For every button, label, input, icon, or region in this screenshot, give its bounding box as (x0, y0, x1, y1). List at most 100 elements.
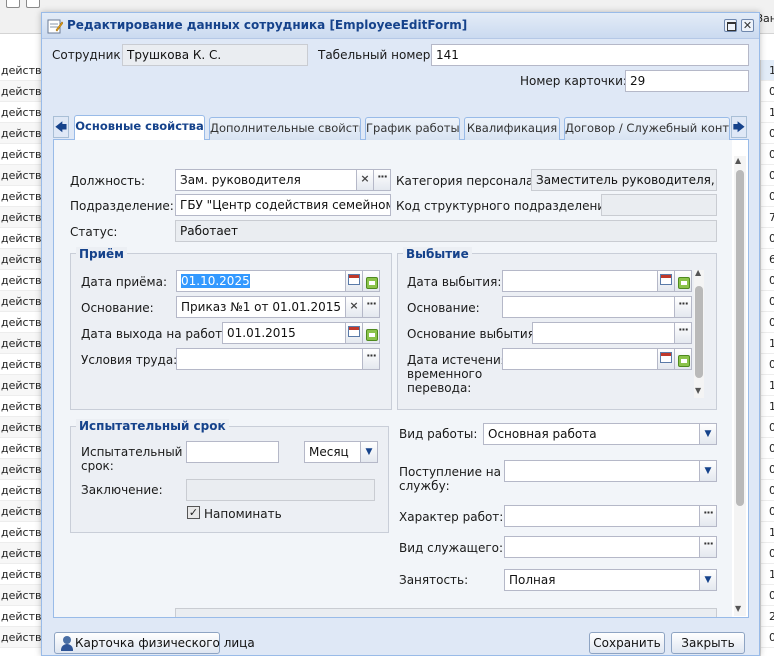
background-grid-cell[interactable]: действия с (0, 564, 42, 585)
leave-basis-input[interactable] (502, 296, 675, 318)
tab-work-schedule[interactable]: График работы (365, 117, 460, 140)
tab-scroll-left-icon[interactable]: 🡄 (53, 116, 69, 138)
background-grid-cell[interactable]: действия с (0, 375, 42, 396)
background-grid-cell[interactable]: действия с (0, 249, 42, 270)
background-grid-cell[interactable]: 7 (761, 207, 774, 228)
position-input[interactable]: Зам. руководителя (175, 169, 357, 191)
background-grid-cell[interactable]: 0 (761, 438, 774, 459)
background-grid-cell[interactable]: 1 (761, 396, 774, 417)
employment-dropdown-icon[interactable]: ▼ (699, 569, 717, 591)
service-entry-select[interactable] (504, 460, 701, 482)
start-date-set-icon[interactable] (362, 322, 380, 344)
background-grid-cell[interactable]: действия с (0, 81, 42, 102)
panel-scrollbar-thumb[interactable] (736, 170, 744, 506)
work-kind-select[interactable]: Основная работа (483, 423, 701, 445)
background-grid-cell[interactable]: действия с (0, 480, 42, 501)
background-grid-cell[interactable]: действия с (0, 438, 42, 459)
background-grid-cell[interactable]: действия с (0, 165, 42, 186)
background-grid-cell[interactable]: 1 (761, 102, 774, 123)
background-grid-cell[interactable]: 0 (761, 543, 774, 564)
select-conditions-button[interactable]: ··· (362, 348, 380, 370)
background-grid-cell[interactable]: 0 (761, 501, 774, 522)
close-button[interactable]: Закрыть (671, 632, 745, 654)
clear-hire-basis-icon[interactable]: × (345, 296, 363, 318)
background-grid-cell[interactable]: действия с (0, 270, 42, 291)
background-grid-cell[interactable]: действия с (0, 501, 42, 522)
background-grid-cell[interactable]: 1 (761, 522, 774, 543)
dialog-titlebar[interactable]: Редактирование данных сотрудника [Employ… (42, 13, 759, 39)
leave-date-calendar-icon[interactable] (657, 270, 675, 292)
hire-date-calendar-icon[interactable] (345, 270, 363, 292)
temp-transfer-end-input[interactable] (502, 348, 658, 370)
clear-position-icon[interactable]: × (356, 169, 374, 191)
background-grid-cell[interactable]: действия с (0, 102, 42, 123)
background-grid-cell[interactable]: 1 (761, 333, 774, 354)
background-grid-cell[interactable]: действия с (0, 291, 42, 312)
background-grid-cell[interactable]: действия с (0, 207, 42, 228)
background-grid-cell[interactable]: 0 (761, 459, 774, 480)
person-card-button[interactable]: Карточка физического лица (54, 632, 255, 654)
background-grid-cell[interactable]: 0 (761, 270, 774, 291)
background-grid-cell[interactable]: действия с (0, 186, 42, 207)
scrollbar-thumb[interactable] (695, 286, 703, 378)
background-grid-cell[interactable]: 0 (761, 585, 774, 606)
background-grid-cell[interactable]: действия с (0, 333, 42, 354)
probation-unit-select[interactable]: Месяц (304, 441, 362, 463)
division-input[interactable]: ГБУ "Центр содействия семейному ус (175, 194, 391, 216)
background-toolbar-button[interactable] (6, 0, 20, 8)
background-grid-cell[interactable]: действия с (0, 228, 42, 249)
temp-transfer-calendar-icon[interactable] (657, 348, 675, 370)
start-date-calendar-icon[interactable] (345, 322, 363, 344)
leave-fieldset-scrollbar[interactable]: ▲ ▼ (694, 268, 704, 398)
scroll-up-icon[interactable]: ▲ (695, 268, 701, 277)
remind-checkbox[interactable]: ✓ (187, 506, 200, 519)
servant-kind-input[interactable] (504, 536, 700, 558)
background-grid-cell[interactable]: 1 (761, 60, 774, 81)
panel-scrollbar[interactable]: ▲ ▼ (734, 156, 746, 616)
hire-basis-input[interactable]: Приказ №1 от 01.01.2015 (176, 296, 346, 318)
employment-select[interactable]: Полная (504, 569, 701, 591)
service-entry-dropdown-icon[interactable]: ▼ (699, 460, 717, 482)
tab-number-input[interactable]: 141 (431, 44, 749, 66)
select-leave-reason-button[interactable]: ··· (674, 322, 692, 344)
leave-date-set-icon[interactable] (674, 270, 692, 292)
tab-scroll-right-icon[interactable]: 🡆 (731, 116, 747, 138)
close-window-button[interactable]: ✕ (741, 19, 754, 32)
background-grid-cell[interactable]: действия с (0, 60, 42, 81)
panel-scroll-down-icon[interactable]: ▼ (735, 604, 741, 613)
panel-scroll-up-icon[interactable]: ▲ (735, 156, 741, 165)
background-grid-cell[interactable]: действия с (0, 585, 42, 606)
background-grid-cell[interactable]: 0 (761, 165, 774, 186)
tab-additional-properties[interactable]: Дополнительные свойства (209, 117, 361, 140)
start-date-input[interactable]: 01.01.2015 (222, 322, 346, 344)
select-leave-basis-button[interactable]: ··· (674, 296, 692, 318)
background-grid-cell[interactable]: 1 (761, 375, 774, 396)
background-toolbar-button[interactable] (26, 0, 40, 8)
background-grid-cell[interactable]: 0 (761, 144, 774, 165)
tab-qualification[interactable]: Квалификация (464, 117, 560, 140)
background-grid-cell[interactable]: действия с (0, 312, 42, 333)
work-nature-input[interactable] (504, 505, 700, 527)
select-hire-basis-button[interactable]: ··· (362, 296, 380, 318)
background-grid-cell[interactable]: 1 (761, 564, 774, 585)
background-grid-cell[interactable]: действия с (0, 627, 42, 648)
background-grid-cell[interactable]: 0 (761, 627, 774, 648)
background-grid-cell[interactable]: действия с (0, 123, 42, 144)
maximize-button[interactable] (724, 19, 737, 32)
temp-transfer-set-icon[interactable] (674, 348, 692, 370)
background-grid-cell[interactable]: действия с (0, 459, 42, 480)
background-grid-cell[interactable]: 0 (761, 123, 774, 144)
background-grid-cell[interactable]: 0 (761, 228, 774, 249)
hire-date-set-icon[interactable] (362, 270, 380, 292)
scroll-down-icon[interactable]: ▼ (695, 386, 701, 395)
save-button[interactable]: Сохранить (589, 632, 665, 654)
background-grid-cell[interactable]: действия с (0, 396, 42, 417)
background-grid-cell[interactable]: 0 (761, 417, 774, 438)
leave-date-input[interactable] (502, 270, 658, 292)
background-grid-cell[interactable]: действия с (0, 543, 42, 564)
background-grid-cell[interactable]: 0 (761, 81, 774, 102)
leave-reason-input[interactable] (532, 322, 675, 344)
select-position-button[interactable]: ··· (373, 169, 391, 191)
background-grid-cell[interactable]: 2 (761, 606, 774, 627)
select-servant-kind-button[interactable]: ··· (699, 536, 717, 558)
